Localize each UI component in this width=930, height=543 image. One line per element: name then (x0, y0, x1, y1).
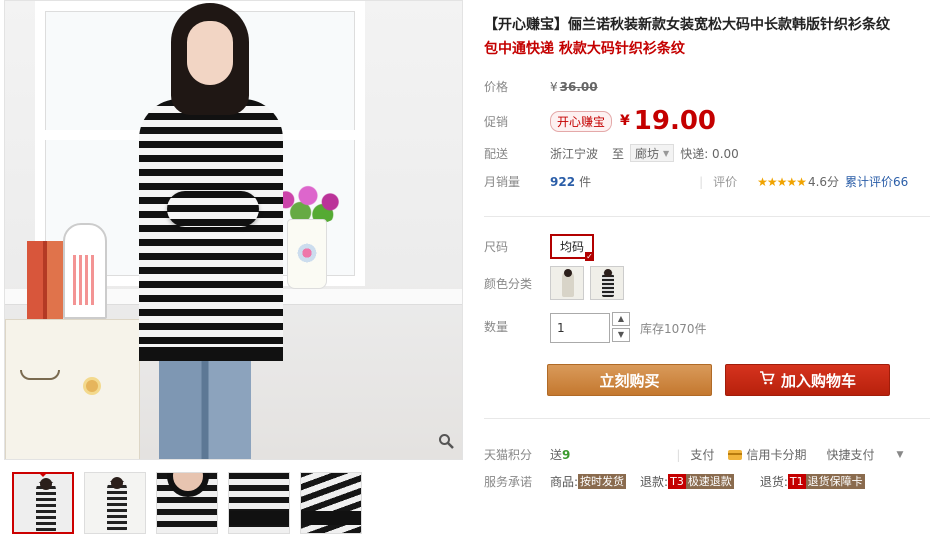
delivery-origin: 浙江宁波 (550, 146, 599, 161)
divider (484, 418, 930, 419)
model-crossed-arms (167, 191, 259, 227)
model-jeans (159, 361, 251, 459)
reviews-link[interactable]: 累计评价66 (845, 173, 908, 190)
t3-badge: T3 (668, 474, 686, 489)
promo-price: 19.00 (633, 106, 717, 136)
model-face (187, 21, 233, 85)
original-price-value: 36.00 (559, 79, 598, 94)
product-gallery (4, 0, 464, 543)
credit-card-icon (728, 449, 743, 460)
add-to-cart-label: 加入购物车 (780, 371, 856, 390)
points-prefix: 送 (550, 448, 563, 462)
size-row: 尺码 均码 (484, 234, 595, 261)
thumbnail-cuff (301, 511, 361, 525)
add-to-cart-button[interactable]: 加入购物车 (725, 364, 890, 396)
size-label: 尺码 (484, 240, 509, 254)
background-cabinet (5, 319, 140, 459)
promise-label: 服务承诺 (484, 475, 533, 489)
delivery-row: 配送 浙江宁波 至 廊坊 ▼ 快递: 0.00 (484, 144, 739, 162)
quantity-row: 数量 ▲ ▼ 库存1070件 (484, 312, 707, 344)
fast-refund-badge[interactable]: 极速退款 (685, 474, 734, 489)
divider (484, 216, 930, 217)
sales-unit: 件 (579, 175, 592, 189)
promo-price-row: 促销 开心赚宝 ¥ 19.00 (484, 106, 716, 136)
color-swatch-model (602, 269, 614, 297)
sales-count: 922 (550, 174, 576, 189)
refund-key: 退款: (640, 475, 669, 489)
sales-row: 月销量 922 件 | 评价 ★★★★★ 4.6分 累计评价66 (484, 173, 908, 190)
thumbnail-5[interactable] (300, 472, 362, 534)
points-value: 9 (562, 447, 571, 462)
destination-value: 廊坊 (635, 146, 660, 161)
pay-label: 支付 (690, 448, 715, 462)
buy-now-label: 立刻购买 (599, 371, 660, 390)
goods-key: 商品: (550, 475, 579, 489)
background-books (27, 241, 63, 319)
quantity-input[interactable] (550, 313, 610, 343)
model-figure (131, 1, 291, 459)
star-rating-icon: ★★★★★ (757, 174, 807, 189)
buy-now-button[interactable]: 立刻购买 (547, 364, 712, 396)
magnifier-icon[interactable] (436, 433, 456, 453)
divider: | (699, 174, 704, 189)
thumbnail-strip (12, 472, 362, 534)
chevron-down-icon: ▼ (663, 148, 670, 158)
product-info-panel: 【开心赚宝】俪兰诺秋装新款女装宽松大码中长款韩版针织衫条纹 包中通快递 秋款大码… (484, 0, 930, 543)
thumbnail-4[interactable] (228, 472, 290, 534)
thumbnail-model (36, 478, 56, 532)
color-option-2[interactable] (590, 266, 624, 300)
background-vase (287, 219, 327, 289)
color-row: 颜色分类 (484, 266, 630, 300)
cabinet-flower-knob (86, 380, 98, 392)
points-label: 天猫积分 (484, 448, 533, 462)
product-title: 【开心赚宝】俪兰诺秋装新款女装宽松大码中长款韩版针织衫条纹 (484, 17, 890, 33)
express-fee: 快递: 0.00 (680, 146, 739, 161)
original-price: ¥36.00 (550, 80, 598, 94)
thumbnail-pocket (229, 511, 289, 525)
price-label: 价格 (484, 80, 509, 94)
divider: | (676, 447, 681, 462)
thumbnail-2[interactable] (84, 472, 146, 534)
model-striped-sweater (139, 99, 283, 361)
rating-label: 评价 (713, 175, 738, 189)
return-key: 退货: (759, 475, 788, 489)
promo-currency: ¥ (620, 113, 630, 129)
destination-select[interactable]: 廊坊 ▼ (630, 144, 675, 162)
background-lantern (63, 223, 107, 319)
delivery-to: 至 (612, 146, 625, 161)
color-swatch-model (562, 269, 574, 297)
card-pay[interactable]: 信用卡分期 (746, 446, 806, 463)
promo-tag: 开心赚宝 (550, 110, 613, 132)
stock-count: 库存1070件 (640, 321, 707, 336)
product-page: 【开心赚宝】俪兰诺秋装新款女装宽松大码中长款韩版针织衫条纹 包中通快递 秋款大码… (0, 0, 930, 543)
decrease-button[interactable]: ▼ (612, 328, 630, 342)
return-card-badge[interactable]: 退货保障卡 (805, 474, 865, 489)
promo-label: 促销 (484, 114, 509, 129)
t1-badge: T1 (787, 474, 806, 489)
color-label: 颜色分类 (484, 276, 533, 291)
service-promise-row: 服务承诺 商品: 按时发货 退款: T3 极速退款 退货: T1 退货保障卡 (484, 473, 865, 490)
delivery-label: 配送 (484, 146, 509, 161)
chevron-down-icon[interactable]: ▼ (896, 450, 903, 460)
cart-icon (759, 371, 775, 389)
product-subtitle: 包中通快递 秋款大码针织衫条纹 (484, 41, 685, 57)
color-option-1[interactable] (550, 266, 584, 300)
quantity-label: 数量 (484, 320, 509, 334)
thumbnail-1[interactable] (12, 472, 74, 534)
cabinet-handle (20, 370, 60, 380)
on-time-badge[interactable]: 按时发货 (578, 474, 627, 489)
main-product-image[interactable] (4, 0, 463, 460)
rating-score: 4.6分 (807, 175, 840, 189)
thumbnail-model (107, 477, 127, 531)
original-price-row: 价格 ¥36.00 (484, 78, 598, 95)
thumbnail-3[interactable] (156, 472, 218, 534)
points-row: 天猫积分 送 9 | 支付 信用卡分期 快捷支付 ▼ (484, 446, 903, 463)
size-option-selected[interactable]: 均码 (550, 234, 595, 261)
increase-button[interactable]: ▲ (612, 312, 630, 326)
sales-label: 月销量 (484, 175, 521, 189)
original-currency: ¥ (550, 79, 558, 94)
quantity-stepper: ▲ ▼ (612, 312, 630, 344)
quick-pay[interactable]: 快捷支付 (826, 446, 874, 463)
